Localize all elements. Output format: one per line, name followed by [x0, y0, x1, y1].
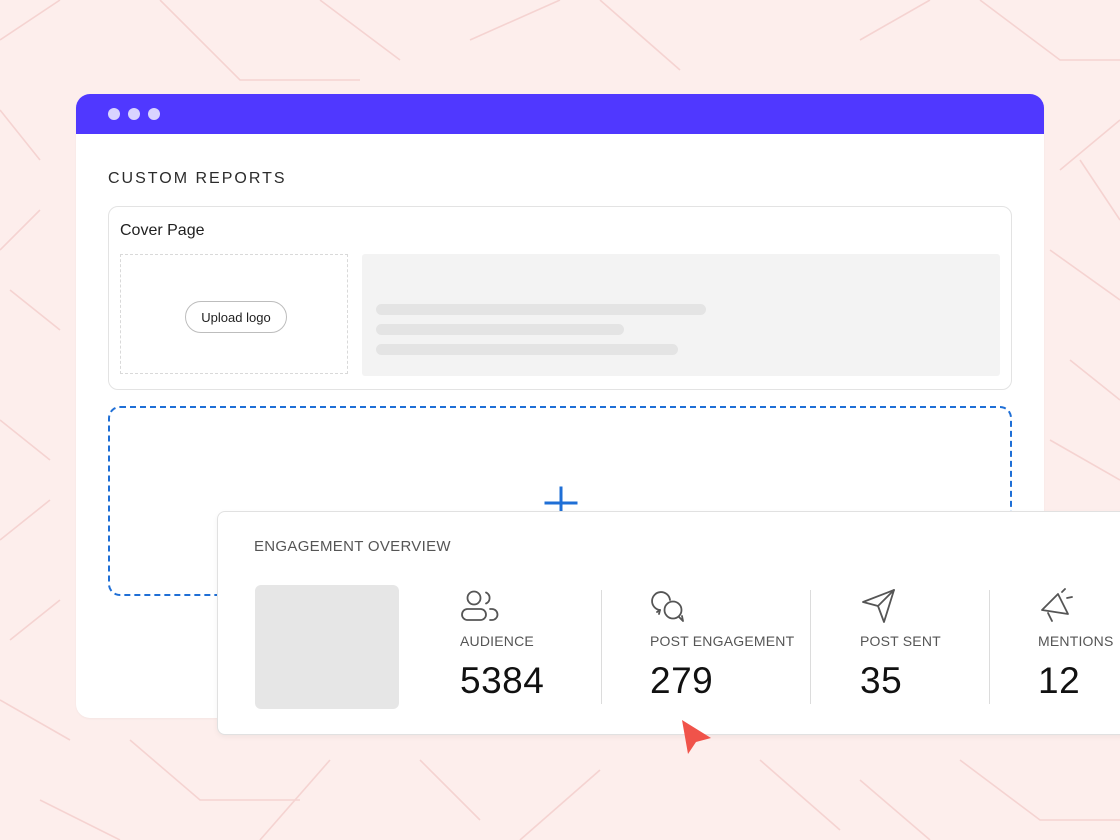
paper-plane-icon — [862, 589, 895, 623]
logo-drop-area[interactable]: Upload logo — [120, 254, 348, 374]
metric-divider — [810, 590, 811, 704]
metric-value: 35 — [860, 660, 903, 701]
metric-label: AUDIENCE — [460, 633, 534, 649]
metric-post-sent[interactable]: POST SENT 35 — [860, 588, 941, 701]
metric-value: 279 — [650, 660, 714, 701]
cover-page-title: Cover Page — [120, 222, 205, 239]
audience-icon — [461, 590, 499, 621]
metric-audience[interactable]: AUDIENCE 5384 — [460, 588, 544, 701]
cover-page-card[interactable]: Cover Page Upload logo — [108, 206, 1012, 390]
window-dot-icon — [148, 108, 160, 120]
upload-logo-button[interactable]: Upload logo — [185, 301, 287, 333]
window-dot-icon — [108, 108, 120, 120]
metric-value: 12 — [1038, 660, 1081, 701]
metric-divider — [989, 590, 990, 704]
metric-post-engagement[interactable]: POST ENGAGEMENT 279 — [650, 588, 794, 701]
cursor-arrow-icon — [682, 720, 711, 754]
skeleton-line — [376, 324, 624, 335]
page-title: CUSTOM REPORTS — [108, 170, 287, 187]
metric-value: 5384 — [460, 660, 545, 701]
post-engagement-icon — [651, 591, 684, 622]
image-placeholder — [255, 585, 399, 709]
skeleton-line — [376, 304, 706, 315]
engagement-overview-card: ENGAGEMENT OVERVIEW AUDIENCE 5384 POST E… — [217, 511, 1120, 735]
engagement-title: ENGAGEMENT OVERVIEW — [254, 538, 451, 555]
window-titlebar — [76, 94, 1044, 134]
megaphone-icon — [1041, 588, 1073, 622]
metric-label: POST SENT — [860, 633, 941, 649]
metric-divider — [601, 590, 602, 704]
cover-preview-placeholder — [362, 254, 1000, 376]
window-dot-icon — [128, 108, 140, 120]
skeleton-line — [376, 344, 678, 355]
metric-mentions[interactable]: MENTIONS 12 — [1038, 588, 1113, 701]
metric-label: MENTIONS — [1038, 633, 1114, 649]
metric-label: POST ENGAGEMENT — [650, 633, 795, 649]
